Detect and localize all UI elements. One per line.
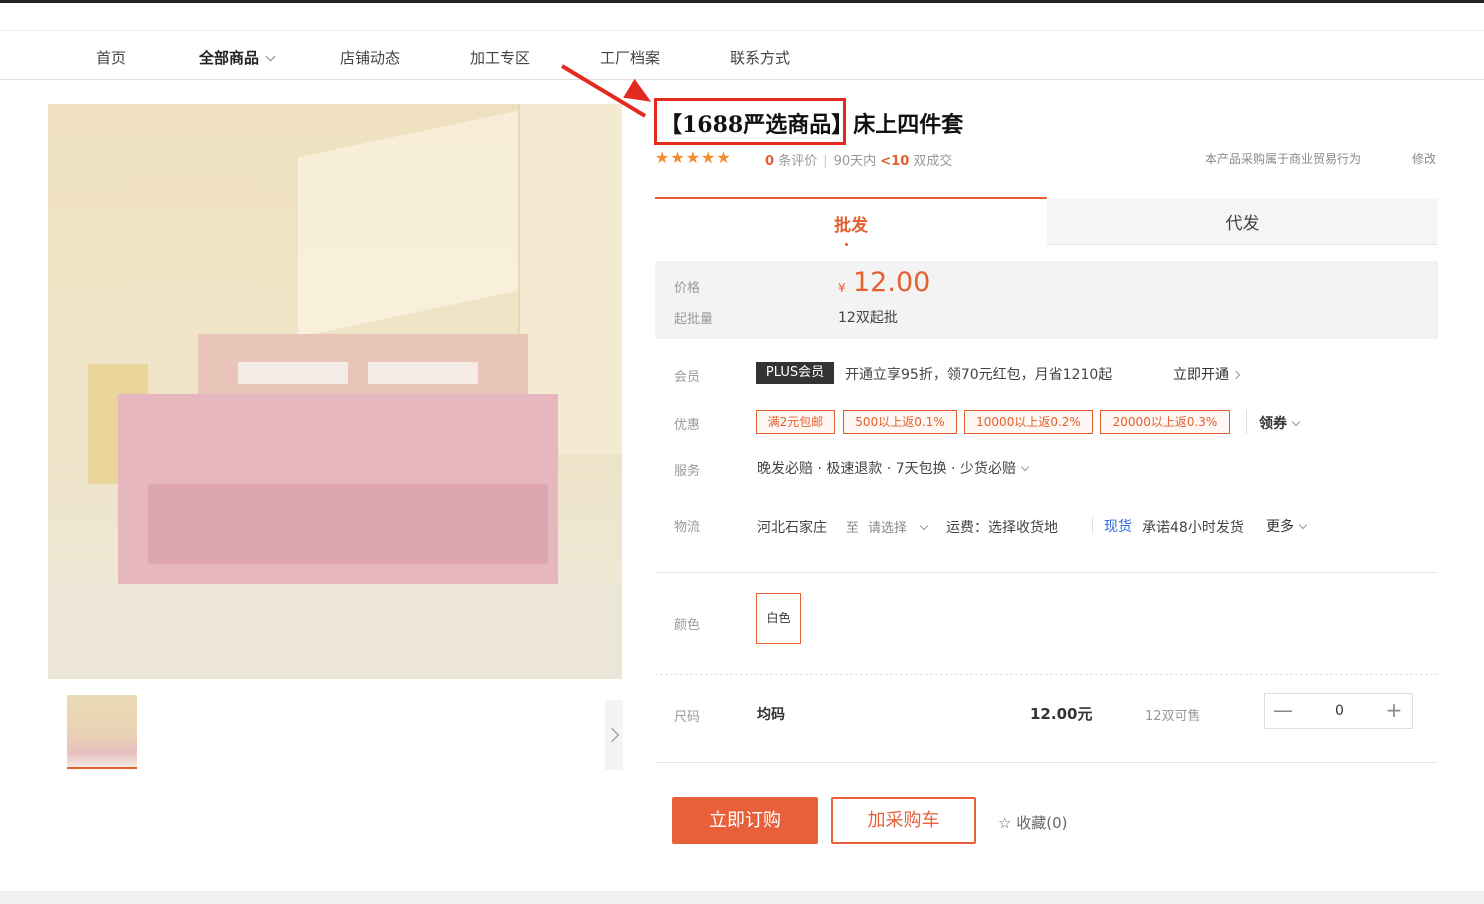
divider <box>655 762 1438 763</box>
price-panel <box>655 261 1438 339</box>
coupon-free-shipping[interactable]: 满2元包邮 <box>756 410 835 434</box>
logistics-more-label: 更多 <box>1266 519 1294 535</box>
nav-shop-news[interactable]: 店铺动态 <box>340 47 400 68</box>
logistics-more[interactable]: 更多 <box>1266 516 1308 536</box>
color-label: 颜色 <box>674 618 701 633</box>
review-summary: 0 条评价 | 90天内 <10 双成交 <box>765 154 953 169</box>
nav-home[interactable]: 首页 <box>96 47 126 68</box>
claim-coupon-button[interactable]: 领券 <box>1259 413 1301 433</box>
currency-symbol: ¥ <box>838 281 846 295</box>
favorite-label: 收藏(0) <box>1016 814 1068 832</box>
product-main-image[interactable] <box>48 104 622 679</box>
membership-label: 会员 <box>674 370 701 385</box>
ship-to-label: 至 <box>846 521 860 536</box>
divider <box>655 674 1438 675</box>
nav-all-products[interactable]: 全部商品 <box>199 47 276 68</box>
nav-contact[interactable]: 联系方式 <box>730 47 790 68</box>
price-value: 12.00 <box>853 267 931 298</box>
quantity-increase-button[interactable]: + <box>1376 694 1412 728</box>
chevron-down-icon <box>1020 462 1030 472</box>
nav-all-products-label: 全部商品 <box>199 49 260 67</box>
product-title: 【1688严选商品】床上四件套 <box>660 112 964 138</box>
color-option-white[interactable]: 白色 <box>756 593 801 644</box>
sales-value: <10 <box>880 154 910 169</box>
shipping-fee-text: 运费：选择收货地 <box>946 520 1058 536</box>
nav-processing[interactable]: 加工专区 <box>470 47 530 68</box>
promotions-label: 优惠 <box>674 418 701 433</box>
destination-placeholder: 请选择 <box>868 521 908 536</box>
shop-nav: 首页 全部商品 店铺动态 加工专区 工厂档案 联系方式 <box>0 30 1484 80</box>
shipping-promise: 承诺48小时发货 <box>1142 520 1244 536</box>
quantity-decrease-button[interactable]: — <box>1265 694 1301 728</box>
divider <box>655 572 1438 573</box>
image-floor <box>48 584 622 679</box>
destination-select[interactable]: 请选择 <box>868 517 929 536</box>
product-thumbnail[interactable] <box>67 695 137 769</box>
in-stock-link[interactable]: 现货 <box>1104 516 1132 536</box>
review-label: 条评价 <box>778 154 818 169</box>
coupon-divider <box>1246 410 1247 434</box>
thumbnail-next-arrow[interactable] <box>605 700 623 770</box>
quantity-input[interactable]: 0 <box>1301 694 1378 728</box>
chevron-down-icon <box>919 521 929 531</box>
open-membership-link[interactable]: 立即开通 <box>1173 364 1241 384</box>
moq-value: 12双起批 <box>838 310 898 326</box>
add-to-cart-button[interactable]: 加采购车 <box>831 797 976 844</box>
services-label: 服务 <box>674 464 701 479</box>
chevron-down-icon <box>1298 520 1308 530</box>
ship-origin: 河北石家庄 <box>757 520 827 536</box>
services-text[interactable]: 晚发必赔 · 极速退款 · 7天包换 · 少货必赔 <box>757 458 1030 478</box>
sales-prefix: 90天内 <box>833 154 877 169</box>
image-wall-light <box>298 110 518 338</box>
nav-factory-profile[interactable]: 工厂档案 <box>600 47 660 68</box>
size-stock: 12双可售 <box>1145 709 1201 724</box>
quantity-stepper: — 0 + <box>1264 693 1413 729</box>
size-price: 12.00元 <box>1030 705 1093 723</box>
favorite-button[interactable]: ☆ 收藏(0) <box>998 812 1067 833</box>
chevron-down-icon <box>265 51 276 62</box>
tab-wholesale-label: 批发 <box>834 216 868 236</box>
tab-dropship[interactable]: 代发 <box>1047 199 1438 245</box>
coupon-10000[interactable]: 10000以上返0.2% <box>964 410 1093 434</box>
image-bed <box>88 334 558 584</box>
price-label: 价格 <box>674 281 701 296</box>
sales-suffix: 双成交 <box>913 154 953 169</box>
buy-now-button[interactable]: 立即订购 <box>672 797 818 844</box>
trade-note: 本产品采购属于商业贸易行为 <box>1205 152 1362 166</box>
coupon-20000[interactable]: 20000以上返0.3% <box>1100 410 1230 434</box>
chevron-down-icon <box>1291 417 1301 427</box>
coupon-500[interactable]: 500以上返0.1% <box>843 410 957 434</box>
edit-link[interactable]: 修改 <box>1412 150 1436 167</box>
footer-band <box>0 891 1484 904</box>
open-membership-label: 立即开通 <box>1173 367 1229 383</box>
plus-member-badge: PLUS会员 <box>756 362 834 384</box>
top-bar <box>0 0 1484 3</box>
services-list: 晚发必赔 · 极速退款 · 7天包换 · 少货必赔 <box>757 461 1016 477</box>
claim-coupon-label: 领券 <box>1259 416 1287 432</box>
tab-wholesale[interactable]: 批发 <box>655 197 1047 246</box>
chevron-right-icon <box>1231 370 1241 380</box>
size-label: 尺码 <box>674 710 701 725</box>
size-value: 均码 <box>757 707 785 723</box>
moq-label: 起批量 <box>674 312 714 327</box>
rating-stars: ★★★★★ <box>655 148 732 167</box>
star-outline-icon: ☆ <box>998 814 1012 832</box>
review-count[interactable]: 0 <box>765 154 774 169</box>
membership-offer-text: 开通立享95折，领70元红包，月省1210起 <box>845 367 1113 383</box>
logistics-label: 物流 <box>674 520 701 535</box>
logistics-divider <box>1092 517 1093 533</box>
